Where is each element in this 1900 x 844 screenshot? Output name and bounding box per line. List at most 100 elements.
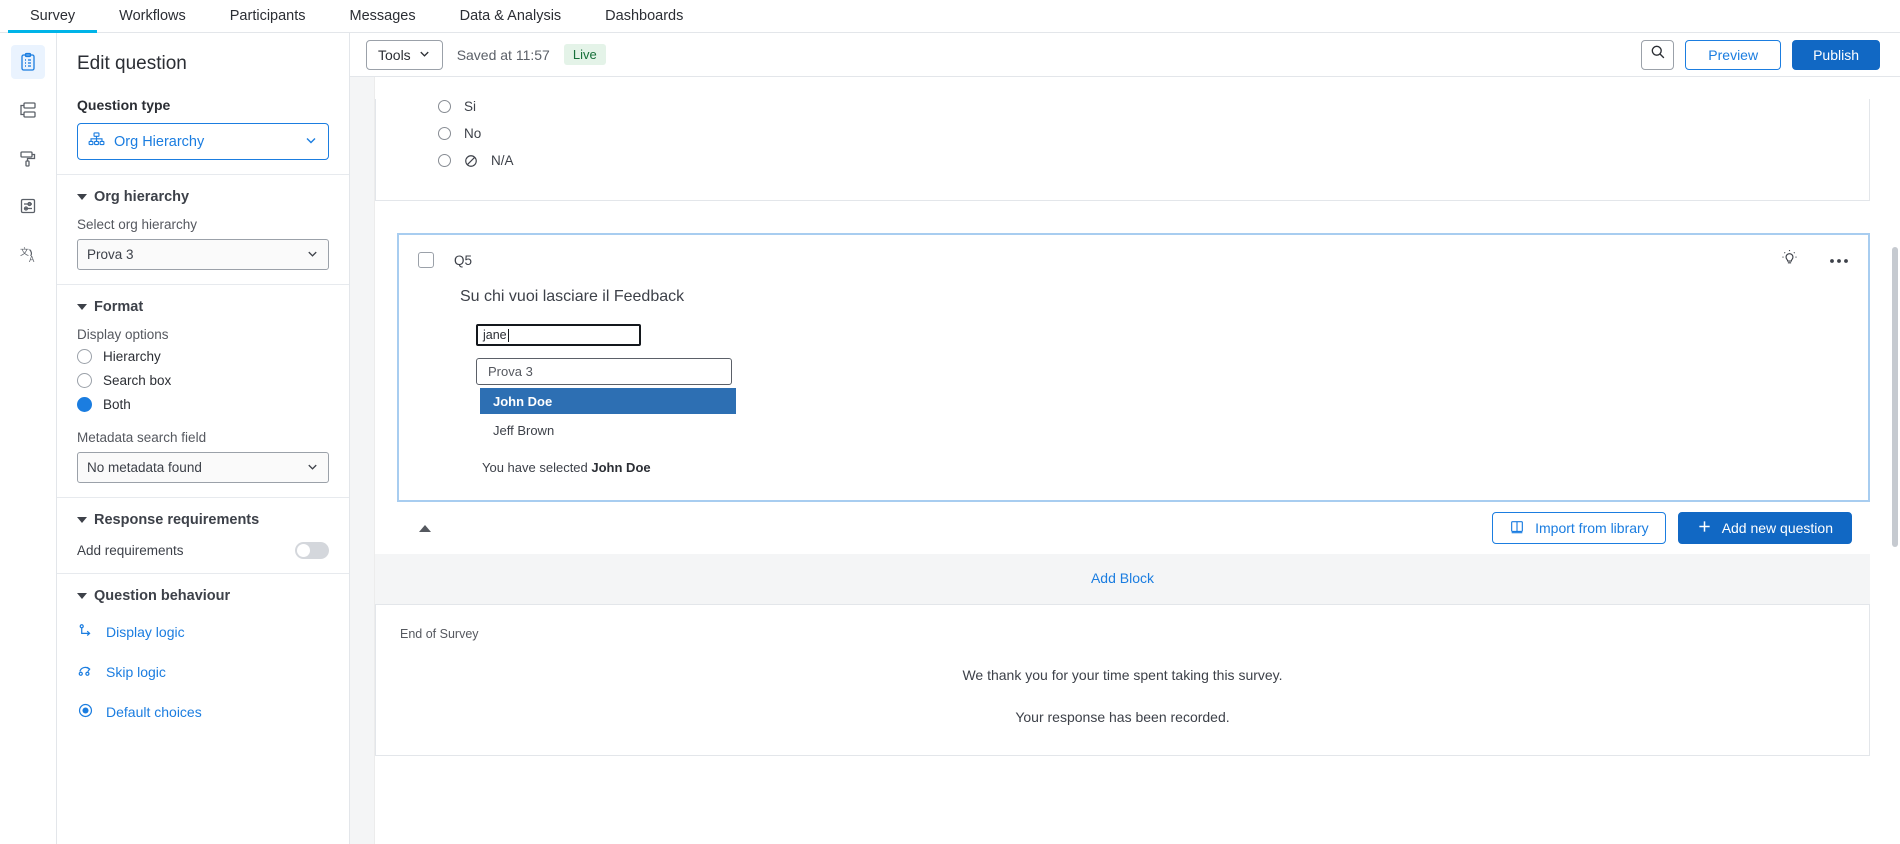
survey-toolbar: Tools Saved at 11:57 Live Preview Publis… bbox=[350, 33, 1900, 77]
tools-button[interactable]: Tools bbox=[366, 39, 443, 70]
add-block-link[interactable]: Add Block bbox=[1091, 570, 1154, 586]
org-hierarchy-result-john-doe[interactable]: John Doe bbox=[480, 388, 736, 414]
lightbulb-icon[interactable] bbox=[1780, 248, 1799, 272]
previous-option-na[interactable]: N/A bbox=[376, 153, 1869, 168]
nav-tab-workflows-label: Workflows bbox=[119, 8, 186, 24]
question-type-section: Question type Org Hierarchy bbox=[57, 87, 349, 174]
end-of-survey-label: End of Survey bbox=[400, 627, 479, 641]
nav-tab-participants-label: Participants bbox=[229, 8, 306, 24]
metadata-search-field-label: Metadata search field bbox=[77, 430, 207, 445]
select-org-hierarchy-label: Select org hierarchy bbox=[77, 217, 198, 232]
display-option-search-box[interactable]: Search box bbox=[77, 373, 329, 388]
org-hierarchy-section-body: Select org hierarchy Prova 3 bbox=[57, 213, 349, 284]
question-type-value: Org Hierarchy bbox=[114, 133, 205, 150]
survey-builder-icon[interactable] bbox=[11, 45, 45, 79]
previous-option-no[interactable]: No bbox=[376, 126, 1869, 141]
nav-tab-data-analysis[interactable]: Data & Analysis bbox=[438, 0, 584, 32]
look-and-feel-icon[interactable] bbox=[11, 141, 45, 175]
section-question-behaviour-header[interactable]: Question behaviour bbox=[57, 574, 349, 612]
previous-option-si[interactable]: Si bbox=[376, 99, 1869, 114]
nav-tab-messages-label: Messages bbox=[349, 8, 416, 24]
default-choices-icon bbox=[77, 702, 94, 722]
text-cursor bbox=[507, 328, 509, 342]
nav-tab-participants[interactable]: Participants bbox=[208, 0, 328, 32]
end-of-survey-line-2: Your response has been recorded. bbox=[1015, 709, 1230, 725]
radio-icon bbox=[438, 127, 451, 140]
skip-logic-link[interactable]: Skip logic bbox=[57, 652, 349, 692]
import-from-library-button[interactable]: Import from library bbox=[1492, 512, 1666, 544]
block-footer-actions: Import from library Add new question bbox=[1492, 512, 1852, 544]
radio-icon bbox=[77, 373, 92, 388]
display-option-hierarchy-label: Hierarchy bbox=[103, 349, 161, 364]
nav-tab-dashboards[interactable]: Dashboards bbox=[583, 0, 705, 32]
default-choices-link[interactable]: Default choices bbox=[57, 692, 349, 732]
org-hierarchy-icon bbox=[88, 131, 105, 152]
survey-options-icon[interactable] bbox=[11, 189, 45, 223]
org-hierarchy-result-jeff-brown[interactable]: Jeff Brown bbox=[480, 418, 736, 442]
display-option-both-label: Both bbox=[103, 397, 131, 412]
scrollbar-thumb[interactable] bbox=[1892, 247, 1898, 547]
nav-tab-messages[interactable]: Messages bbox=[328, 0, 438, 32]
add-new-question-label: Add new question bbox=[1721, 520, 1833, 536]
nav-tab-workflows[interactable]: Workflows bbox=[97, 0, 208, 32]
question-select-checkbox[interactable] bbox=[418, 252, 434, 268]
canvas-gutter bbox=[350, 77, 375, 844]
skip-logic-label: Skip logic bbox=[106, 664, 166, 680]
import-from-library-label: Import from library bbox=[1535, 520, 1649, 536]
caret-down-icon bbox=[77, 517, 87, 523]
chevron-down-icon bbox=[306, 460, 319, 476]
translations-icon[interactable]: 文 A bbox=[11, 237, 45, 271]
add-new-question-button[interactable]: Add new question bbox=[1677, 512, 1852, 544]
question-id: Q5 bbox=[454, 252, 473, 268]
display-option-hierarchy[interactable]: Hierarchy bbox=[77, 349, 329, 364]
chevron-down-icon bbox=[304, 133, 318, 151]
svg-text:A: A bbox=[29, 255, 35, 264]
nav-tab-data-analysis-label: Data & Analysis bbox=[459, 8, 562, 24]
caret-down-icon bbox=[77, 304, 87, 310]
search-button[interactable] bbox=[1641, 39, 1675, 70]
more-options-icon[interactable] bbox=[1829, 251, 1849, 269]
question-header: Q5 bbox=[398, 248, 1869, 272]
question-card-q5[interactable]: Q5 Su chi vuoi lasciare il Feedback jane… bbox=[397, 233, 1870, 502]
question-header-actions bbox=[1780, 248, 1849, 272]
search-icon bbox=[1650, 44, 1666, 65]
saved-status: Saved at 11:57 bbox=[456, 46, 550, 63]
library-book-icon bbox=[1509, 519, 1525, 538]
org-hierarchy-search-input[interactable]: jane bbox=[476, 324, 641, 346]
preview-button[interactable]: Preview bbox=[1685, 39, 1782, 70]
org-hierarchy-result-jeff-brown-label: Jeff Brown bbox=[493, 422, 555, 438]
section-org-hierarchy-header[interactable]: Org hierarchy bbox=[57, 175, 349, 213]
svg-text:文: 文 bbox=[20, 246, 29, 258]
display-option-search-box-label: Search box bbox=[103, 373, 172, 388]
radio-icon bbox=[77, 349, 92, 364]
block-footer: Import from library Add new question bbox=[397, 502, 1870, 554]
nav-tab-dashboards-label: Dashboards bbox=[605, 8, 684, 24]
question-type-select[interactable]: Org Hierarchy bbox=[77, 123, 329, 160]
display-logic-link[interactable]: Display logic bbox=[57, 612, 349, 652]
org-hierarchy-root-item[interactable]: Prova 3 bbox=[476, 358, 732, 385]
org-hierarchy-result-john-doe-label: John Doe bbox=[493, 393, 553, 409]
select-org-hierarchy-dropdown[interactable]: Prova 3 bbox=[77, 239, 329, 270]
chevron-down-icon bbox=[418, 47, 431, 63]
default-choices-label: Default choices bbox=[106, 704, 202, 720]
collapse-block-icon[interactable] bbox=[419, 524, 431, 532]
metadata-search-field-value: No metadata found bbox=[87, 460, 202, 475]
selection-confirmation-prefix: You have selected bbox=[482, 460, 592, 475]
add-requirements-toggle[interactable] bbox=[295, 542, 329, 559]
format-section-body: Display options Hierarchy Search box Bot… bbox=[57, 323, 349, 497]
previous-option-na-label: N/A bbox=[491, 153, 514, 168]
panel-title: Edit question bbox=[77, 53, 187, 74]
publish-button[interactable]: Publish bbox=[1792, 39, 1880, 70]
canvas-scrollbar[interactable] bbox=[1890, 77, 1898, 844]
metadata-search-field-dropdown[interactable]: No metadata found bbox=[77, 452, 329, 483]
section-response-requirements-header[interactable]: Response requirements bbox=[57, 498, 349, 536]
previous-option-si-label: Si bbox=[464, 99, 477, 114]
section-format-header[interactable]: Format bbox=[57, 285, 349, 323]
display-option-both[interactable]: Both bbox=[77, 397, 329, 412]
not-applicable-icon bbox=[464, 154, 478, 168]
section-org-hierarchy-title: Org hierarchy bbox=[94, 189, 190, 205]
live-status-badge: Live bbox=[563, 44, 606, 65]
survey-flow-icon[interactable] bbox=[11, 93, 45, 127]
nav-tab-survey[interactable]: Survey bbox=[8, 0, 98, 33]
radio-checked-icon bbox=[77, 397, 92, 412]
